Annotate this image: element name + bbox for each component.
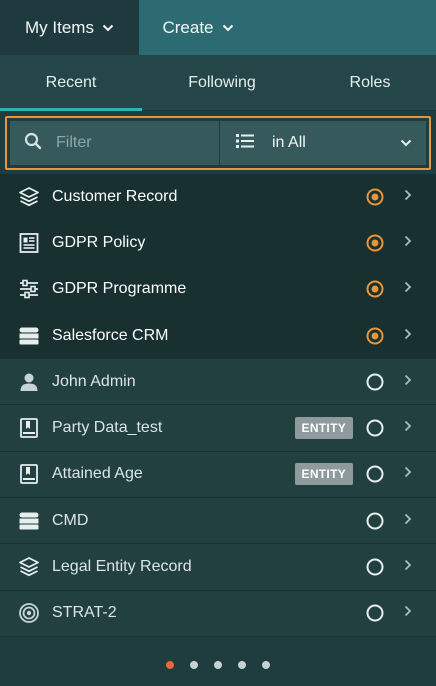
list-item-label: Customer Record bbox=[52, 187, 178, 205]
list-item[interactable]: Party Data_test ENTITY bbox=[0, 405, 436, 452]
list-item[interactable]: CMD bbox=[0, 498, 436, 545]
list-item-label: Legal Entity Record bbox=[52, 558, 192, 576]
chevron-right-icon[interactable] bbox=[404, 234, 412, 252]
top-navigation-bar: My Items Create bbox=[0, 0, 436, 55]
user-icon bbox=[18, 371, 40, 393]
list-item-label: GDPR Policy bbox=[52, 233, 146, 251]
my-items-menu[interactable]: My Items bbox=[0, 0, 139, 55]
list-icon bbox=[236, 133, 254, 153]
chevron-down-icon bbox=[222, 24, 234, 32]
chevron-right-icon[interactable] bbox=[404, 604, 412, 622]
create-label: Create bbox=[162, 17, 214, 37]
page-dot[interactable] bbox=[214, 661, 222, 669]
chevron-right-icon[interactable] bbox=[404, 188, 412, 206]
policy-document-icon bbox=[18, 232, 40, 254]
create-menu[interactable]: Create bbox=[139, 0, 257, 55]
chevron-down-icon bbox=[102, 24, 114, 32]
my-items-label: My Items bbox=[25, 17, 94, 37]
inactive-status-icon[interactable] bbox=[365, 418, 385, 438]
list-item-label: Attained Age bbox=[52, 465, 143, 483]
tab-following[interactable]: Following bbox=[152, 55, 292, 111]
list-item[interactable]: GDPR Programme bbox=[0, 266, 436, 313]
item-list: Customer Record GDPR Policy GDPR Programme… bbox=[0, 174, 436, 637]
list-item-label: John Admin bbox=[52, 372, 136, 390]
inactive-status-icon[interactable] bbox=[365, 603, 385, 623]
filter-bar: in All bbox=[5, 116, 431, 170]
chevron-right-icon[interactable] bbox=[404, 419, 412, 437]
subtab-bar: Recent Following Roles bbox=[0, 55, 436, 111]
tab-recent[interactable]: Recent bbox=[0, 55, 142, 111]
inactive-status-icon[interactable] bbox=[365, 511, 385, 531]
list-item-label: STRAT-2 bbox=[52, 604, 117, 622]
scope-label: in All bbox=[272, 134, 306, 151]
list-item[interactable]: Customer Record bbox=[0, 174, 436, 221]
pagination-dots bbox=[0, 655, 436, 675]
target-icon bbox=[18, 602, 40, 624]
inactive-status-icon[interactable] bbox=[365, 557, 385, 577]
list-item-label: CMD bbox=[52, 511, 89, 529]
list-item-label: Party Data_test bbox=[52, 419, 163, 437]
inactive-status-icon[interactable] bbox=[365, 464, 385, 484]
active-status-icon[interactable] bbox=[365, 279, 385, 299]
entity-badge: ENTITY bbox=[294, 463, 353, 486]
chevron-right-icon[interactable] bbox=[404, 373, 412, 391]
layers-icon bbox=[18, 186, 40, 208]
active-status-icon[interactable] bbox=[365, 187, 385, 207]
filter-bar-inner: in All bbox=[10, 121, 426, 165]
database-server-icon bbox=[18, 325, 40, 347]
page-dot[interactable] bbox=[262, 661, 270, 669]
list-item[interactable]: Attained Age ENTITY bbox=[0, 451, 436, 499]
tab-roles[interactable]: Roles bbox=[300, 55, 436, 111]
page-dot[interactable] bbox=[238, 661, 246, 669]
chevron-right-icon[interactable] bbox=[404, 465, 412, 483]
chevron-right-icon[interactable] bbox=[404, 280, 412, 298]
book-icon bbox=[18, 463, 40, 485]
list-item[interactable]: STRAT-2 bbox=[0, 590, 436, 637]
chevron-right-icon[interactable] bbox=[404, 327, 412, 345]
search-icon bbox=[24, 132, 42, 155]
scope-dropdown[interactable]: in All bbox=[220, 121, 426, 165]
page-dot[interactable] bbox=[166, 661, 174, 669]
inactive-status-icon[interactable] bbox=[365, 372, 385, 392]
filter-input[interactable] bbox=[56, 134, 196, 152]
chevron-right-icon[interactable] bbox=[404, 558, 412, 576]
list-item-label: Salesforce CRM bbox=[52, 326, 169, 344]
database-server-icon bbox=[18, 510, 40, 532]
list-item-label: GDPR Programme bbox=[52, 280, 187, 298]
active-status-icon[interactable] bbox=[365, 326, 385, 346]
chevron-down-icon bbox=[400, 134, 412, 152]
entity-badge: ENTITY bbox=[294, 417, 353, 440]
list-item[interactable]: GDPR Policy bbox=[0, 220, 436, 267]
list-item[interactable]: Salesforce CRM bbox=[0, 312, 436, 360]
active-status-icon[interactable] bbox=[365, 233, 385, 253]
chevron-right-icon[interactable] bbox=[404, 512, 412, 530]
list-item[interactable]: Legal Entity Record bbox=[0, 544, 436, 591]
layers-icon bbox=[18, 556, 40, 578]
book-icon bbox=[18, 417, 40, 439]
filter-field[interactable] bbox=[10, 121, 219, 165]
page-dot[interactable] bbox=[190, 661, 198, 669]
list-item[interactable]: John Admin bbox=[0, 359, 436, 406]
sliders-icon bbox=[18, 278, 40, 300]
